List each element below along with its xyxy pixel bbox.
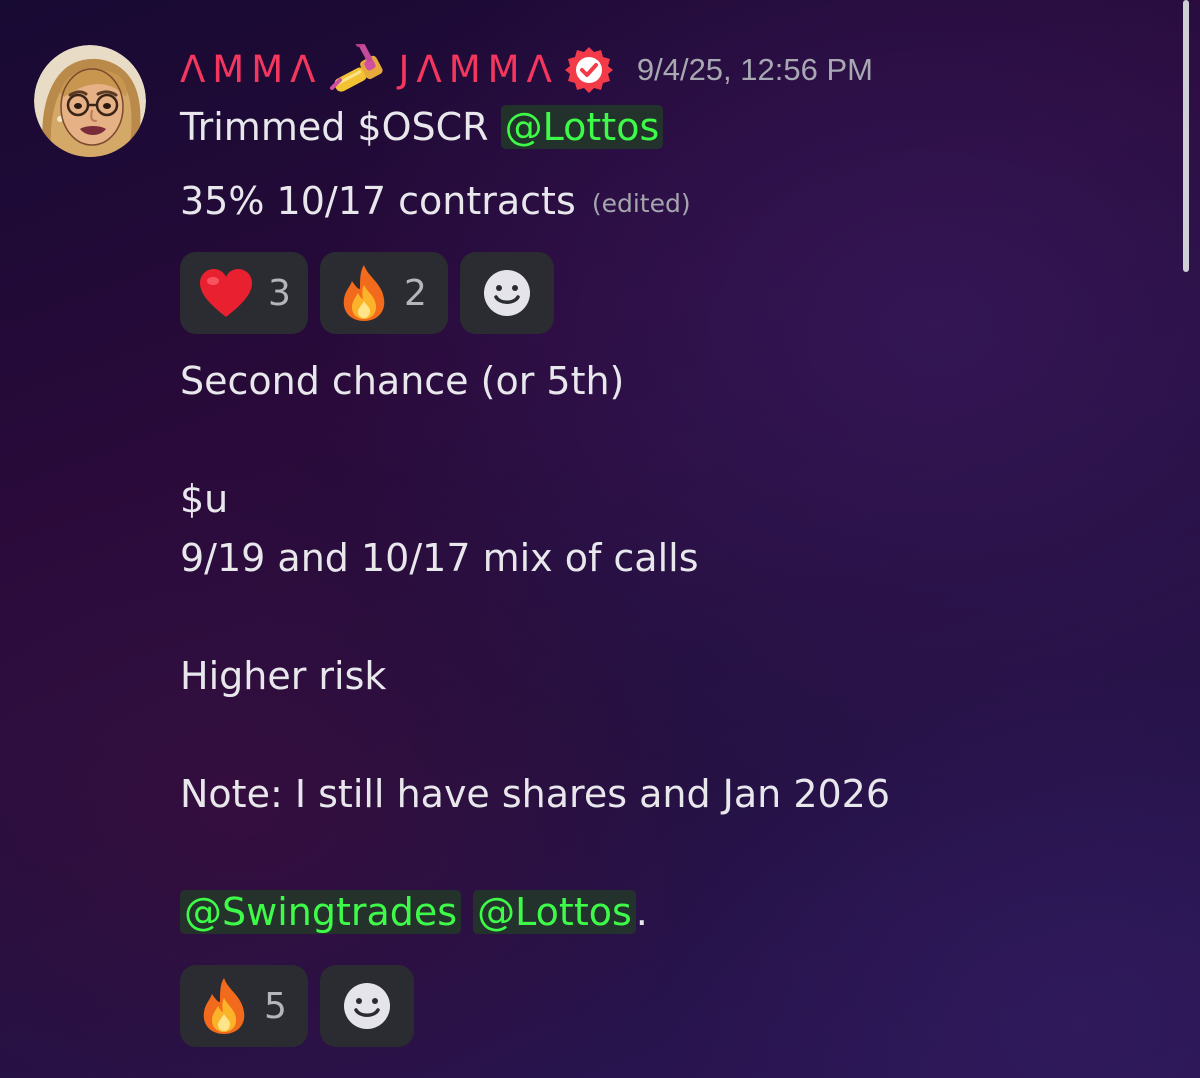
message-header: ΛMMΛ JΛMMΛ 9/4/25, 12:56 PM	[180, 44, 873, 96]
nail-polish-emoji-icon	[330, 44, 384, 92]
message-timestamp[interactable]: 9/4/25, 12:56 PM	[637, 44, 873, 96]
reaction-count: 2	[404, 272, 427, 314]
fire-emoji-icon	[203, 978, 245, 1034]
scrollbar-thumb[interactable]	[1183, 0, 1189, 272]
username-right[interactable]: JΛMMΛ	[398, 44, 558, 96]
add-reaction-icon	[484, 270, 530, 316]
add-reaction-button[interactable]	[460, 252, 554, 334]
message-text: 35% 10/17 contracts	[180, 179, 576, 223]
message-line-ticker: $u	[180, 477, 229, 521]
verified-badge-icon	[564, 47, 613, 93]
reaction-fire[interactable]: 5	[180, 965, 308, 1047]
mention-lottos[interactable]: @Lottos	[500, 105, 664, 149]
mention-swingtrades[interactable]: @Swingtrades	[180, 890, 462, 934]
reactions-row: 5	[180, 965, 414, 1047]
message-line-mix: 9/19 and 10/17 mix of calls	[180, 536, 699, 580]
message-line-risk: Higher risk	[180, 654, 387, 698]
reaction-fire[interactable]: 2	[320, 252, 448, 334]
mention-lottos[interactable]: @Lottos	[473, 890, 636, 934]
user-avatar[interactable]	[34, 45, 146, 157]
reactions-row: 3 2	[180, 252, 554, 334]
message-text: .	[635, 890, 648, 934]
reaction-count: 3	[268, 272, 291, 314]
message-line-1: Trimmed $OSCR @Lottos	[180, 100, 664, 154]
message-line-mentions: @Swingtrades @Lottos.	[180, 885, 648, 939]
add-reaction-button[interactable]	[320, 965, 414, 1047]
message-text: Trimmed $OSCR	[180, 105, 501, 149]
edited-label: (edited)	[591, 189, 691, 218]
cartoon-avatar-icon	[34, 45, 146, 157]
message-line-note: Note: I still have shares and Jan 2026	[180, 772, 891, 816]
reaction-count: 5	[264, 985, 287, 1027]
fire-emoji-icon	[343, 265, 385, 321]
reaction-heart[interactable]: 3	[180, 252, 308, 334]
add-reaction-icon	[344, 983, 390, 1029]
heart-emoji-icon	[200, 269, 252, 317]
message-line-second-chance: Second chance (or 5th)	[180, 359, 625, 403]
username-left[interactable]: ΛMMΛ	[180, 44, 322, 96]
message-line-2: 35% 10/17 contracts (edited)	[180, 174, 691, 231]
